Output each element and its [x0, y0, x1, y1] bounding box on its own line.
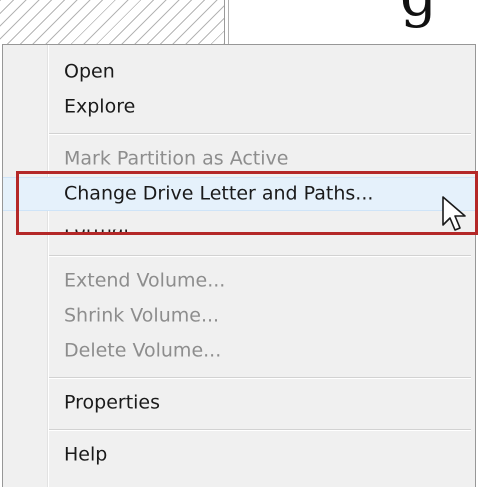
menu-separator — [49, 377, 471, 379]
menu-item-format[interactable]: Format... — [3, 212, 475, 246]
menu-item-change-drive-letter[interactable]: Change Drive Letter and Paths... — [3, 177, 475, 211]
menu-item-mark-partition-active: Mark Partition as Active — [3, 142, 475, 176]
menu-item-label: Help — [64, 443, 108, 466]
menu-item-label: Shrink Volume... — [64, 304, 220, 327]
menu-item-explore[interactable]: Explore — [3, 90, 475, 124]
background-divider — [228, 0, 229, 44]
menu-separator — [49, 133, 471, 135]
menu-item-properties[interactable]: Properties — [3, 386, 475, 420]
menu-item-extend-volume: Extend Volume... — [3, 264, 475, 298]
menu-item-shrink-volume: Shrink Volume... — [3, 299, 475, 333]
menu-item-label: Delete Volume... — [64, 339, 222, 362]
menu-separator — [49, 255, 471, 257]
menu-item-label: Open — [64, 60, 115, 83]
menu-item-label: Mark Partition as Active — [64, 147, 289, 170]
menu-item-label: Extend Volume... — [64, 269, 226, 292]
menu-item-delete-volume: Delete Volume... — [3, 334, 475, 368]
menu-item-open[interactable]: Open — [3, 55, 475, 89]
menu-separator — [49, 429, 471, 431]
menu-item-label: Change Drive Letter and Paths... — [64, 182, 374, 205]
background-volume-hatch — [0, 0, 225, 44]
background-partial-glyph: g — [400, 0, 437, 24]
menu-item-label: Properties — [64, 391, 161, 414]
arrow-cursor-icon — [442, 196, 466, 231]
context-menu: Open Explore Mark Partition as Active Ch… — [2, 44, 476, 487]
menu-item-help[interactable]: Help — [3, 438, 475, 472]
menu-item-label: Format... — [64, 217, 150, 240]
menu-item-label: Explore — [64, 95, 136, 118]
